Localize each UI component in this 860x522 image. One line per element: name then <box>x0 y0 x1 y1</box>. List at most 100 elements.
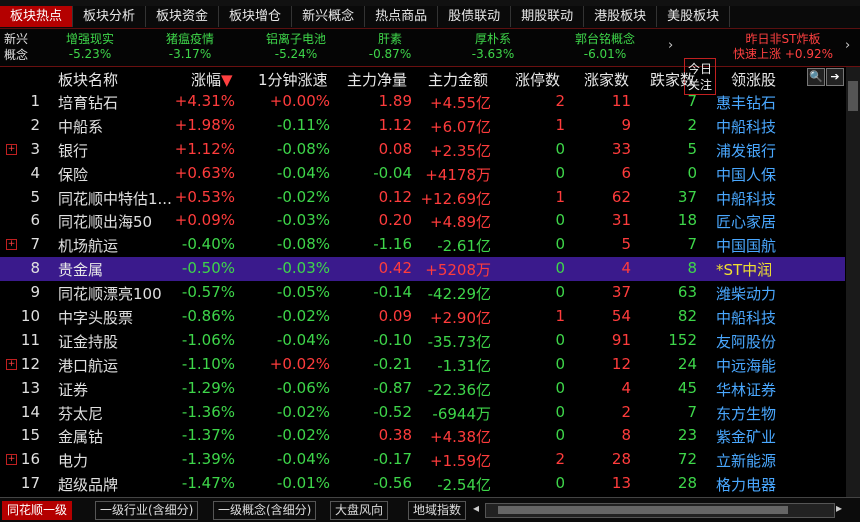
table-row[interactable]: 14 芬太尼 -1.36% -0.02% -0.52 -6944万 0 2 7 东方生物 <box>0 401 845 425</box>
table-row[interactable]: 8 贵金属 -0.50% -0.03% 0.42 +5208万 0 4 8 *ST中润 <box>0 257 845 282</box>
table-row[interactable]: 9 同花顺漂亮100 -0.57% -0.05% -0.14 -42.29亿 0 37 63 潍柴… <box>0 281 845 305</box>
up-count: 5 <box>621 235 631 254</box>
scroll-left-icon[interactable]: ◂ <box>473 501 479 515</box>
col-header-leader[interactable]: 领涨股 <box>731 69 776 90</box>
main-net-amount: +4.38亿 <box>430 428 491 447</box>
bottom-tab-2[interactable]: 一级概念(含细分) <box>213 501 317 520</box>
up-count: 13 <box>611 474 631 493</box>
tab-3[interactable]: 板块增仓 <box>219 6 293 27</box>
speed-1min: -0.02% <box>276 187 330 206</box>
scroll-right-icon[interactable]: ▸ <box>836 501 842 515</box>
bottom-tab-4[interactable]: 地域指数 <box>408 501 467 520</box>
bottom-tab-3[interactable]: 大盘风向 <box>330 501 389 520</box>
leading-stock[interactable]: 中船科技 <box>716 116 776 137</box>
change-pct: +1.12% <box>174 139 235 158</box>
main-net-amount: +4.55亿 <box>430 94 491 112</box>
row-index: 7 <box>30 235 40 254</box>
tab-9[interactable]: 美股板块 <box>657 6 731 27</box>
vertical-scrollbar[interactable] <box>846 67 860 497</box>
tab-2[interactable]: 板块资金 <box>146 6 220 27</box>
up-count: 4 <box>621 259 631 278</box>
speed-1min: -0.03% <box>276 211 330 230</box>
table-row[interactable]: +12 港口航运 -1.10% +0.02% -0.21 -1.31亿 0 12 24 中远海能 <box>0 353 845 377</box>
table-row[interactable]: +3 银行 +1.12% -0.08% 0.08 +2.35亿 0 33 5 浦发银行 <box>0 138 845 162</box>
col-header-name[interactable]: 板块名称 <box>58 69 118 90</box>
tab-0[interactable]: 板块热点 <box>0 6 74 27</box>
table-row[interactable]: 10 中字头股票 -0.86% -0.02% 0.09 +2.90亿 1 54 82 中船科技 <box>0 305 845 329</box>
leading-stock[interactable]: 中船科技 <box>716 188 776 209</box>
col-header-down[interactable]: 跌家数 <box>650 69 695 90</box>
table-row[interactable]: 1 培育钻石 +4.31% +0.00% 1.89 +4.55亿 2 11 7 惠丰钻石 <box>0 90 845 114</box>
col-header-up[interactable]: 涨家数 <box>584 69 629 90</box>
concept-item[interactable]: 增强现实 -5.23% <box>40 32 140 62</box>
st-board-alert[interactable]: 昨日非ST炸板 快速上涨 +0.92% <box>720 32 846 62</box>
leading-stock[interactable]: 东方生物 <box>716 403 776 424</box>
table-row[interactable]: 13 证券 -1.29% -0.06% -0.87 -22.36亿 0 4 45 华林证券 <box>0 377 845 401</box>
table-row[interactable]: 11 证金持股 -1.06% -0.04% -0.10 -35.73亿 0 91 152 友阿股份 <box>0 329 845 353</box>
leading-stock[interactable]: 浦发银行 <box>716 140 776 161</box>
hscroll-thumb[interactable] <box>498 506 788 514</box>
leading-stock[interactable]: 惠丰钻石 <box>716 92 776 113</box>
leading-stock[interactable]: 潍柴动力 <box>716 283 776 304</box>
row-index: 3 <box>30 139 40 158</box>
main-net-volume: -0.52 <box>373 402 412 421</box>
speed-1min: +0.02% <box>269 354 330 373</box>
leading-stock[interactable]: 中船科技 <box>716 307 776 328</box>
col-header-speed[interactable]: 1分钟涨速 <box>258 69 328 90</box>
scroll-thumb[interactable] <box>848 81 858 111</box>
bottom-tab-1[interactable]: 一级行业(含细分) <box>95 501 199 520</box>
table-row[interactable]: 4 保险 +0.63% -0.04% -0.04 +4178万 0 6 0 中国人保 <box>0 162 845 186</box>
tab-4[interactable]: 新兴概念 <box>292 6 366 27</box>
concept-item[interactable]: 铝离子电池 -5.24% <box>246 32 346 62</box>
leading-stock[interactable]: 华林证券 <box>716 379 776 400</box>
leading-stock[interactable]: 友阿股份 <box>716 331 776 352</box>
main-net-amount: -35.73亿 <box>427 332 491 351</box>
leading-stock[interactable]: 中远海能 <box>716 355 776 376</box>
export-icon[interactable]: ➔ <box>826 68 844 86</box>
limit-up-count: 0 <box>555 426 565 445</box>
tab-8[interactable]: 港股板块 <box>584 6 658 27</box>
col-header-amount[interactable]: 主力金额 <box>428 69 488 90</box>
change-pct: +1.98% <box>174 115 235 134</box>
down-count: 45 <box>677 378 697 397</box>
sector-name: 同花顺漂亮100 <box>58 285 162 304</box>
limit-up-count: 0 <box>555 235 565 254</box>
leading-stock[interactable]: 紫金矿业 <box>716 426 776 447</box>
search-icon[interactable]: 🔍 <box>807 68 825 86</box>
concept-item[interactable]: 猪瘟疫情 -3.17% <box>140 32 240 62</box>
leading-stock[interactable]: 格力电器 <box>716 474 776 495</box>
table-row[interactable]: 5 同花顺中特估1... +0.53% -0.02% 0.12 +12.69亿 1 62 37 中… <box>0 186 845 210</box>
chevron-right-icon[interactable]: › <box>845 38 850 53</box>
table-row[interactable]: +16 电力 -1.39% -0.04% -0.17 +1.59亿 2 28 72 立新能源 <box>0 448 845 472</box>
leading-stock[interactable]: *ST中润 <box>716 259 772 280</box>
leading-stock[interactable]: 中国国航 <box>716 235 776 256</box>
chevron-right-icon[interactable]: › <box>668 38 673 53</box>
bottom-tab-0[interactable]: 同花顺一级 <box>2 501 73 520</box>
col-header-pct[interactable]: 涨幅▼ <box>191 69 233 90</box>
sector-name: 芬太尼 <box>58 404 104 423</box>
col-header-net[interactable]: 主力净量 <box>347 69 407 90</box>
table-row[interactable]: 2 中船系 +1.98% -0.11% 1.12 +6.07亿 1 9 2 中船科技 <box>0 114 845 138</box>
tab-1[interactable]: 板块分析 <box>73 6 147 27</box>
table-row[interactable]: 15 金属钴 -1.37% -0.02% 0.38 +4.38亿 0 8 23 紫金矿业 <box>0 424 845 448</box>
leading-stock[interactable]: 匠心家居 <box>716 211 776 232</box>
table-row[interactable]: +7 机场航运 -0.40% -0.08% -1.16 -2.61亿 0 5 7 中国国航 <box>0 233 845 257</box>
concept-item[interactable]: 厚朴系 -3.63% <box>443 32 543 62</box>
limit-up-count: 0 <box>555 163 565 182</box>
up-count: 8 <box>621 426 631 445</box>
col-header-limitup[interactable]: 涨停数 <box>515 69 560 90</box>
leading-stock[interactable]: 中国人保 <box>716 164 776 185</box>
tab-5[interactable]: 热点商品 <box>365 6 439 27</box>
main-net-volume: -0.10 <box>373 330 412 349</box>
concept-item[interactable]: 肝素 -0.87% <box>340 32 440 62</box>
table-row[interactable]: 17 超级品牌 -1.47% -0.01% -0.56 -2.54亿 0 13 28 格力电器 <box>0 472 845 496</box>
main-net-amount: +4178万 <box>425 165 491 184</box>
row-index: 1 <box>30 92 40 110</box>
speed-1min: -0.02% <box>276 307 330 326</box>
leading-stock[interactable]: 立新能源 <box>716 450 776 471</box>
concept-item[interactable]: 郭台铭概念 -6.01% <box>555 32 655 62</box>
table-row[interactable]: 6 同花顺出海50 +0.09% -0.03% 0.20 +4.89亿 0 31 18 匠心家居 <box>0 209 845 233</box>
horizontal-scrollbar[interactable] <box>485 503 835 518</box>
tab-6[interactable]: 股债联动 <box>438 6 512 27</box>
tab-7[interactable]: 期股联动 <box>511 6 585 27</box>
